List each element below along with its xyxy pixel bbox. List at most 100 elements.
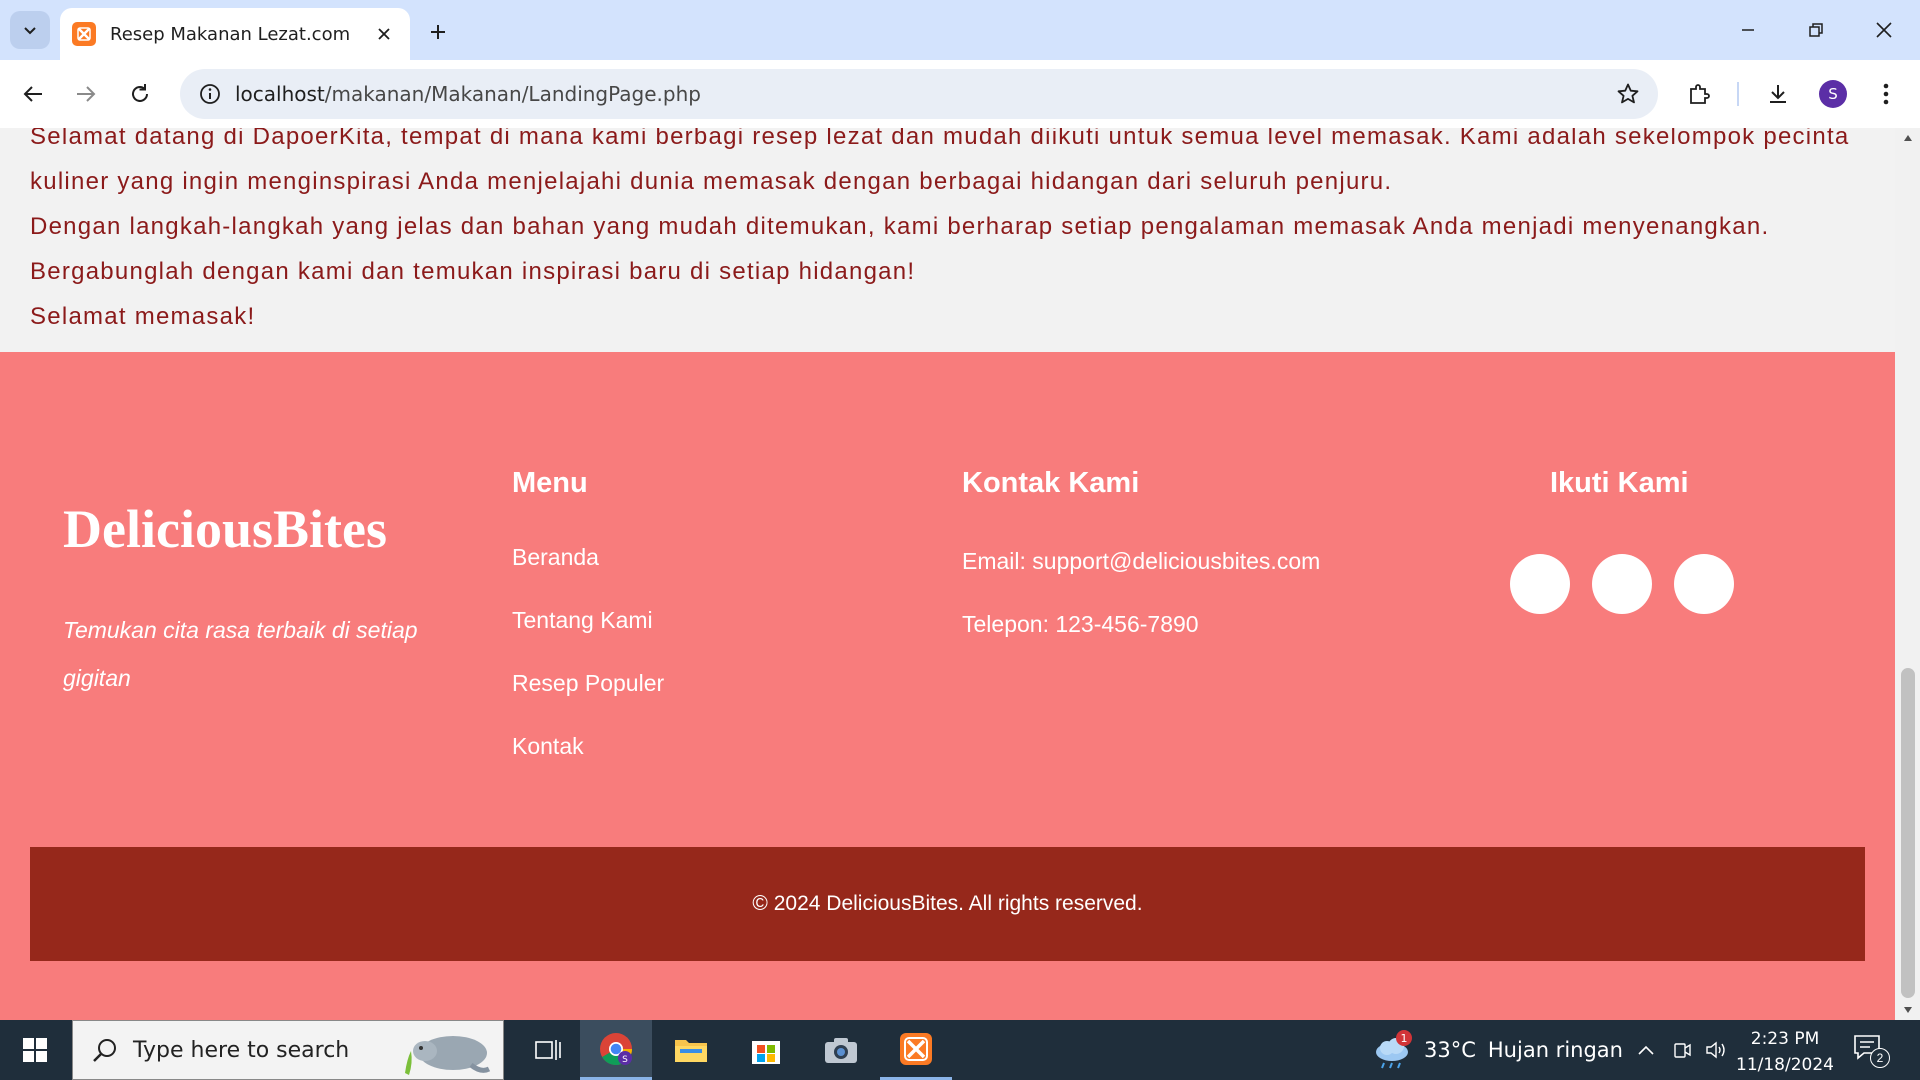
intro-text: Selamat datang di DapoerKita, tempat di … [30, 128, 1890, 339]
taskbar-microsoft-store[interactable] [730, 1020, 802, 1080]
arrow-left-icon [23, 86, 42, 102]
triangle-up-icon [1903, 135, 1912, 141]
xampp-icon [900, 1032, 932, 1065]
arrow-right-icon [77, 86, 96, 102]
footer-link-resep-populer[interactable]: Resep Populer [512, 668, 664, 731]
page-scrollbar[interactable] [1895, 128, 1920, 1020]
windows-logo-icon [23, 1038, 47, 1062]
url-path: /makanan/Makanan/LandingPage.php [324, 82, 701, 106]
footer-link-kontak[interactable]: Kontak [512, 731, 664, 794]
copyright-bar: © 2024 DeliciousBites. All rights reserv… [30, 847, 1865, 961]
task-view-button[interactable] [512, 1020, 584, 1080]
more-vert-icon [1883, 83, 1889, 105]
browser-tab-bar: Resep Makanan Lezat.com [0, 0, 1920, 60]
social-link-1[interactable] [1510, 554, 1570, 614]
minimize-icon [1742, 29, 1754, 31]
clock-date: 11/18/2024 [1736, 1055, 1834, 1075]
url-host: localhost [235, 82, 325, 106]
forward-button[interactable] [66, 74, 106, 114]
notification-count: 2 [1870, 1048, 1890, 1068]
taskbar-search-placeholder: Type here to search [133, 1038, 350, 1063]
browser-menu-button[interactable] [1866, 74, 1906, 114]
tab-title: Resep Makanan Lezat.com [110, 23, 351, 45]
back-button[interactable] [13, 74, 53, 114]
show-hidden-icons-button[interactable] [1630, 1020, 1662, 1080]
svg-text:S: S [622, 1055, 628, 1065]
weather-badge: 1 [1396, 1030, 1412, 1046]
weather-temp: 33°C [1424, 1038, 1476, 1062]
contact-phone: Telepon: 123-456-7890 [962, 611, 1199, 637]
contact-heading: Kontak Kami [962, 467, 1140, 499]
weather-widget[interactable]: 1 33°C Hujan ringan [1372, 1020, 1623, 1080]
social-link-3[interactable] [1674, 554, 1734, 614]
triangle-down-icon [1903, 1007, 1912, 1013]
tab-close-button[interactable] [370, 20, 398, 48]
profile-avatar[interactable]: S [1819, 80, 1847, 108]
address-bar[interactable]: localhost/makanan/Makanan/LandingPage.ph… [180, 69, 1658, 119]
xampp-favicon-icon [72, 22, 96, 46]
taskbar-camera[interactable] [805, 1020, 877, 1080]
weather-desc: Hujan ringan [1487, 1038, 1623, 1062]
footer-link-tentang-kami[interactable]: Tentang Kami [512, 605, 664, 668]
intro-line-3: Dengan langkah-langkah yang jelas dan ba… [30, 213, 1770, 240]
device-icon [1674, 1043, 1691, 1058]
taskbar-file-explorer[interactable] [655, 1020, 727, 1080]
close-icon [378, 28, 390, 40]
browser-tab-active[interactable]: Resep Makanan Lezat.com [60, 8, 410, 60]
footer-brand: DeliciousBites [63, 499, 387, 559]
restore-icon [1809, 23, 1823, 37]
scrollbar-thumb[interactable] [1901, 668, 1915, 998]
site-info-button[interactable] [190, 74, 230, 114]
chevron-up-icon [1638, 1045, 1654, 1055]
scroll-down-arrow[interactable] [1895, 1000, 1920, 1020]
cloud-rain-icon: 1 [1372, 1030, 1412, 1070]
folder-icon [675, 1040, 707, 1062]
social-link-2[interactable] [1592, 554, 1652, 614]
search-icon [93, 1039, 116, 1062]
tab-search-button[interactable] [10, 11, 50, 49]
site-footer: DeliciousBites Temukan cita rasa terbaik… [0, 352, 1895, 1020]
footer-menu: Beranda Tentang Kami Resep Populer Konta… [512, 542, 664, 794]
intro-line-2: kuliner yang ingin menginspirasi Anda me… [30, 168, 1393, 195]
intro-line-1: Selamat datang di DapoerKita, tempat di … [30, 128, 1850, 150]
copyright-text: © 2024 DeliciousBites. All rights reserv… [752, 892, 1143, 915]
close-icon [1876, 22, 1892, 38]
taskbar-xampp[interactable] [880, 1020, 952, 1080]
downloads-button[interactable] [1758, 74, 1798, 114]
minimize-button[interactable] [1720, 8, 1776, 52]
taskbar-search-box[interactable]: Type here to search [72, 1020, 504, 1080]
task-view-icon [535, 1040, 561, 1060]
contact-email: Email: support@deliciousbites.com [962, 548, 1321, 574]
page-viewport: Selamat datang di DapoerKita, tempat di … [0, 128, 1895, 1020]
download-icon [1770, 85, 1786, 103]
start-button[interactable] [0, 1020, 70, 1080]
footer-link-beranda[interactable]: Beranda [512, 542, 664, 605]
menu-heading: Menu [512, 467, 588, 499]
browser-toolbar: localhost/makanan/Makanan/LandingPage.ph… [0, 60, 1920, 128]
intro-line-5: Selamat memasak! [30, 303, 256, 330]
star-icon [1617, 83, 1639, 104]
chrome-icon: S [600, 1032, 633, 1065]
action-center-button[interactable]: 2 [1852, 1032, 1890, 1068]
chevron-down-icon [24, 27, 36, 35]
extensions-button[interactable] [1679, 74, 1719, 114]
search-highlight-manatee-icon [405, 1036, 491, 1075]
bookmark-button[interactable] [1608, 74, 1648, 114]
clock-time: 2:23 PM [1750, 1029, 1820, 1049]
puzzle-icon [1690, 84, 1710, 104]
reload-button[interactable] [120, 74, 160, 114]
new-tab-button[interactable] [420, 14, 456, 50]
footer-tagline: Temukan cita rasa terbaik di setiap gigi… [63, 617, 418, 691]
scroll-up-arrow[interactable] [1895, 128, 1920, 148]
info-icon [200, 84, 220, 104]
taskbar-clock[interactable]: 2:23 PM 11/18/2024 [1730, 1026, 1840, 1078]
restore-button[interactable] [1788, 8, 1844, 52]
volume-button[interactable] [1700, 1020, 1732, 1080]
url-text[interactable]: localhost/makanan/Makanan/LandingPage.ph… [235, 82, 701, 106]
meet-now-button[interactable] [1666, 1020, 1698, 1080]
toolbar-separator [1737, 82, 1739, 106]
store-icon [752, 1041, 780, 1064]
close-window-button[interactable] [1856, 8, 1912, 52]
windows-taskbar: Type here to search S 1 33°C Hujan ringa… [0, 1020, 1920, 1080]
taskbar-chrome[interactable]: S [580, 1020, 652, 1080]
